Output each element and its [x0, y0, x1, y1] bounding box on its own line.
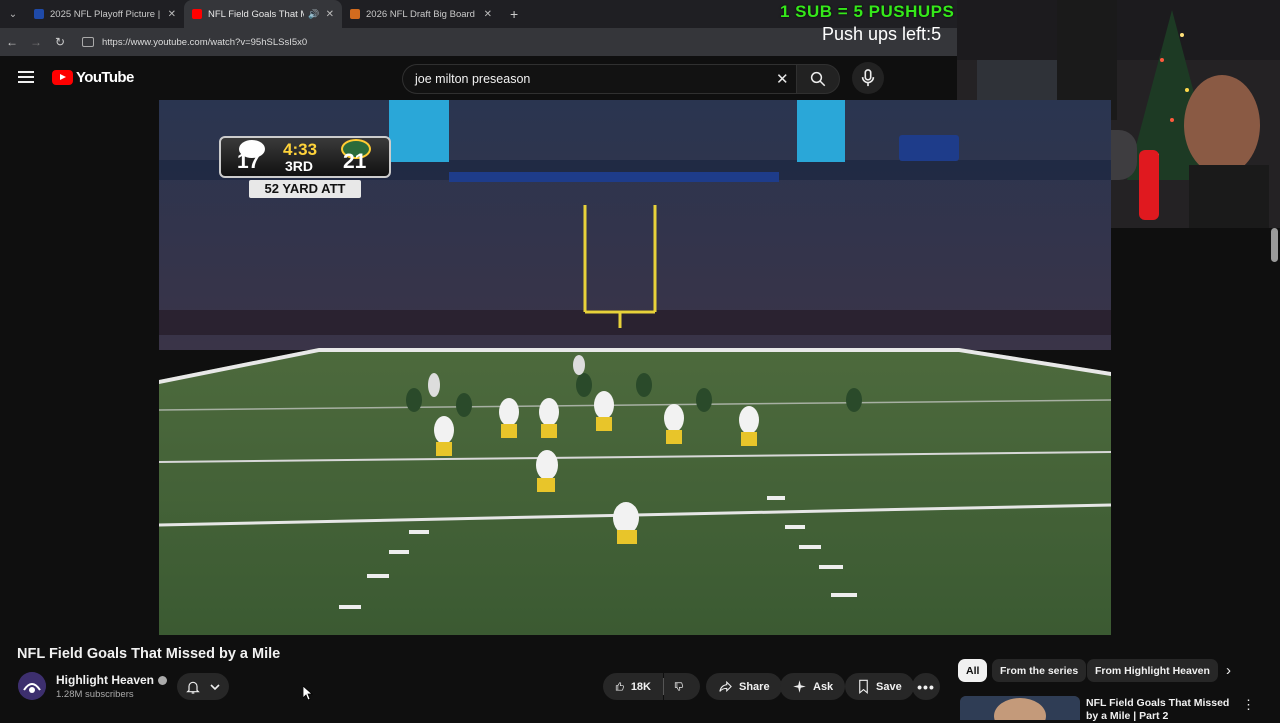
youtube-favicon-icon	[192, 9, 202, 19]
speaker-icon[interactable]: 🔊	[308, 9, 319, 20]
search-button[interactable]	[796, 64, 840, 94]
share-label: Share	[739, 680, 770, 693]
more-vertical-icon[interactable]: ⋮	[1242, 697, 1255, 713]
like-count: 18K	[630, 680, 651, 693]
tab-title: 2025 NFL Playoff Picture | NFL...	[50, 8, 162, 20]
save-button[interactable]: Save	[845, 673, 914, 700]
youtube-logo[interactable]: YouTube	[52, 69, 134, 86]
url-field[interactable]: https://www.youtube.com/watch?v=95hSLSsI…	[82, 31, 950, 53]
youtube-masthead: YouTube joe milton preseason ✕	[0, 56, 957, 100]
ask-button[interactable]: Ask	[780, 673, 846, 700]
scorebug: 17 4:33 3RD 21 52 YARD ATT	[219, 136, 391, 198]
site-info-icon[interactable]	[82, 37, 94, 47]
tab-title: 2026 NFL Draft Big Board | Tank...	[366, 8, 478, 20]
url-text: https://www.youtube.com/watch?v=95hSLSsI…	[102, 36, 308, 48]
share-icon	[719, 680, 732, 693]
close-tab-icon[interactable]: ✕	[168, 9, 176, 20]
search-icon	[810, 71, 826, 87]
video-title: NFL Field Goals That Missed by a Mile	[17, 646, 281, 662]
ask-label: Ask	[813, 680, 834, 693]
sub-pushups-banner: 1 SUB = 5 PUSHUPS	[780, 2, 955, 21]
tab-draft-board[interactable]: 2026 NFL Draft Big Board | Tank... ✕	[342, 0, 500, 28]
situation-label: 52 YARD ATT	[249, 180, 361, 198]
channel-avatar-image	[18, 672, 46, 700]
page-scrollbar[interactable]	[1271, 228, 1278, 262]
chip-from-the-series[interactable]: From the series	[992, 659, 1087, 682]
game-clock: 4:33	[283, 140, 318, 159]
close-tab-icon[interactable]: ✕	[326, 9, 334, 20]
more-actions-button[interactable]: •••	[912, 673, 940, 700]
bookmark-icon	[859, 679, 868, 694]
game-quarter: 3RD	[285, 158, 314, 174]
search-input[interactable]: joe milton preseason	[402, 64, 800, 94]
notification-bell-button[interactable]	[177, 673, 229, 700]
clear-search-icon[interactable]: ✕	[776, 70, 789, 88]
more-horizontal-icon: •••	[917, 678, 935, 695]
thumbs-down-icon	[674, 682, 684, 691]
tab-youtube-active[interactable]: NFL Field Goals That Missed by a Mile 🔊 …	[184, 0, 342, 28]
voice-search-button[interactable]	[852, 62, 884, 94]
mouse-cursor-icon	[303, 686, 313, 700]
chip-all[interactable]: All	[958, 659, 988, 682]
youtube-play-icon	[52, 70, 73, 85]
pushups-left-counter: Push ups left:5	[822, 24, 942, 44]
tab-search-icon[interactable]: ⌄	[0, 0, 26, 28]
back-arrow-icon[interactable]: ←	[0, 35, 24, 49]
chevron-right-icon[interactable]: ›	[1226, 662, 1231, 679]
subscriber-count: 1.28M subscribers	[56, 689, 134, 700]
tab-nfl-playoff[interactable]: 2025 NFL Playoff Picture | NFL... ✕	[26, 0, 184, 28]
new-tab-button[interactable]: +	[510, 6, 518, 22]
chevron-down-icon	[210, 683, 220, 690]
search-input-value: joe milton preseason	[415, 72, 531, 86]
video-player[interactable]: 17 4:33 3RD 21 52 YARD ATT	[159, 100, 1111, 635]
recommended-video-thumbnail[interactable]	[960, 696, 1080, 720]
recommended-video-title[interactable]: NFL Field Goals That Missed by a Mile | …	[1086, 697, 1236, 723]
dislike-button[interactable]	[664, 673, 700, 700]
youtube-logo-text: YouTube	[76, 69, 134, 86]
hamburger-menu-icon[interactable]	[18, 71, 34, 83]
save-label: Save	[876, 680, 902, 693]
channel-name[interactable]: Highlight Heaven	[56, 673, 168, 687]
sparkle-icon	[793, 680, 806, 693]
forward-arrow-icon[interactable]: →	[24, 35, 48, 49]
channel-name-text: Highlight Heaven	[56, 673, 155, 687]
address-bar-row: ← → ↻ https://www.youtube.com/watch?v=95…	[0, 28, 960, 56]
share-button[interactable]: Share	[706, 673, 782, 700]
reload-icon[interactable]: ↻	[48, 35, 72, 49]
away-score: 17	[237, 150, 261, 173]
nfl-favicon-icon	[34, 9, 44, 19]
home-score: 21	[343, 150, 367, 173]
close-tab-icon[interactable]: ✕	[484, 9, 492, 20]
thumbnail-image	[960, 696, 1080, 720]
thumbs-up-icon	[615, 682, 624, 691]
tankathon-favicon-icon	[350, 9, 360, 19]
chip-from-channel[interactable]: From Highlight Heaven	[1087, 659, 1218, 682]
tab-title: NFL Field Goals That Missed by a Mile	[208, 8, 305, 20]
like-button[interactable]: 18K	[603, 673, 663, 700]
bell-icon	[186, 681, 200, 694]
microphone-icon	[861, 69, 875, 87]
verified-badge-icon	[158, 676, 168, 686]
channel-avatar[interactable]	[18, 672, 46, 700]
